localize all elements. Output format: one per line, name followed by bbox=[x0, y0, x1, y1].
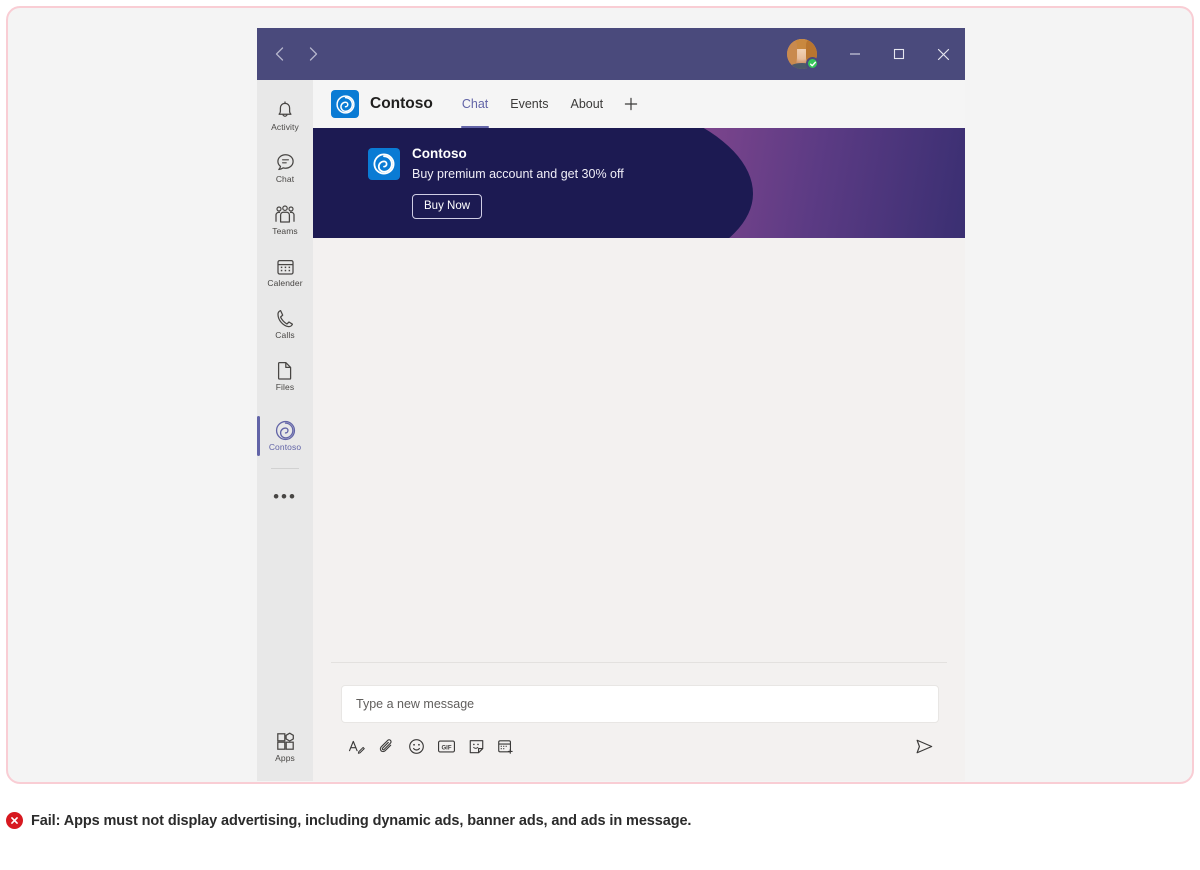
main-panel: Contoso Chat Events About bbox=[313, 80, 965, 781]
file-icon bbox=[277, 360, 293, 381]
message-input-placeholder: Type a new message bbox=[356, 697, 474, 711]
send-icon[interactable] bbox=[909, 733, 939, 759]
forward-button[interactable] bbox=[303, 44, 323, 64]
banner-title: Contoso bbox=[412, 146, 624, 163]
screenshot-frame: Activity Chat Teams Calender bbox=[6, 6, 1194, 784]
avatar[interactable] bbox=[787, 39, 817, 69]
teams-window: Activity Chat Teams Calender bbox=[257, 28, 965, 781]
title-bar bbox=[257, 28, 965, 80]
calendar-icon bbox=[276, 256, 295, 277]
minimize-button[interactable] bbox=[833, 28, 877, 80]
sidebar-item-files[interactable]: Files bbox=[257, 350, 313, 402]
sidebar-item-contoso[interactable]: Contoso bbox=[257, 410, 313, 462]
sidebar-item-calls[interactable]: Calls bbox=[257, 298, 313, 350]
back-button[interactable] bbox=[269, 44, 289, 64]
page-title: Contoso bbox=[370, 95, 433, 113]
banner-subtitle: Buy premium account and get 30% off bbox=[412, 166, 624, 182]
navigation-arrows bbox=[269, 44, 323, 64]
verdict-text: Fail: Apps must not display advertising,… bbox=[31, 813, 691, 829]
app-header: Contoso Chat Events About bbox=[313, 80, 965, 128]
tab-chat[interactable]: Chat bbox=[451, 80, 499, 128]
rail-divider bbox=[271, 468, 299, 469]
banner-content: Contoso Buy premium account and get 30% … bbox=[368, 146, 624, 219]
phone-icon bbox=[276, 308, 294, 329]
validation-verdict: Fail: Apps must not display advertising,… bbox=[6, 812, 691, 829]
format-text-icon[interactable] bbox=[341, 733, 371, 759]
emoji-icon[interactable] bbox=[401, 733, 431, 759]
sidebar-item-label: Activity bbox=[271, 123, 299, 132]
buy-now-button[interactable]: Buy Now bbox=[412, 194, 482, 219]
fail-icon bbox=[6, 812, 23, 829]
sidebar-item-label: Files bbox=[276, 383, 294, 392]
selection-indicator bbox=[257, 416, 260, 456]
compose-area: Type a new message GIF bbox=[313, 662, 965, 759]
more-apps-button[interactable]: ••• bbox=[257, 479, 313, 515]
app-rail: Activity Chat Teams Calender bbox=[257, 80, 313, 781]
sidebar-item-teams[interactable]: Teams bbox=[257, 194, 313, 246]
sticker-icon[interactable] bbox=[461, 733, 491, 759]
close-button[interactable] bbox=[921, 28, 965, 80]
sidebar-item-label: Calls bbox=[275, 331, 294, 340]
teams-people-icon bbox=[274, 204, 296, 225]
sidebar-item-calendar[interactable]: Calender bbox=[257, 246, 313, 298]
sidebar-item-label: Calender bbox=[267, 279, 302, 288]
schedule-meeting-icon[interactable] bbox=[491, 733, 521, 759]
gif-icon[interactable]: GIF bbox=[431, 733, 461, 759]
contoso-spiral-icon bbox=[368, 148, 400, 180]
contoso-spiral-icon bbox=[275, 420, 296, 441]
sidebar-item-label: Contoso bbox=[269, 443, 301, 452]
tab-about[interactable]: About bbox=[559, 80, 614, 128]
sidebar-item-label: Chat bbox=[276, 175, 294, 184]
sidebar-item-label: Teams bbox=[272, 227, 298, 236]
add-tab-button[interactable] bbox=[614, 80, 648, 128]
sidebar-item-chat[interactable]: Chat bbox=[257, 142, 313, 194]
sidebar-item-activity[interactable]: Activity bbox=[257, 90, 313, 142]
svg-text:GIF: GIF bbox=[441, 745, 451, 751]
compose-toolbar: GIF bbox=[341, 733, 939, 759]
maximize-button[interactable] bbox=[877, 28, 921, 80]
sidebar-item-label: Apps bbox=[275, 754, 295, 763]
apps-button[interactable]: Apps bbox=[257, 721, 313, 773]
attach-file-icon[interactable] bbox=[371, 733, 401, 759]
apps-grid-icon bbox=[276, 731, 295, 752]
compose-divider bbox=[331, 662, 947, 663]
advertisement-banner[interactable]: Contoso Buy premium account and get 30% … bbox=[313, 128, 965, 238]
contoso-spiral-icon bbox=[331, 90, 359, 118]
tab-bar: Chat Events About bbox=[451, 80, 648, 128]
chat-bubble-icon bbox=[276, 152, 295, 173]
presence-available-icon bbox=[806, 57, 819, 70]
bell-icon bbox=[276, 100, 294, 121]
sidebar-item-apps[interactable]: Apps bbox=[257, 721, 313, 773]
tab-events[interactable]: Events bbox=[499, 80, 559, 128]
message-input-box[interactable]: Type a new message bbox=[341, 685, 939, 723]
chat-message-list bbox=[313, 238, 965, 662]
